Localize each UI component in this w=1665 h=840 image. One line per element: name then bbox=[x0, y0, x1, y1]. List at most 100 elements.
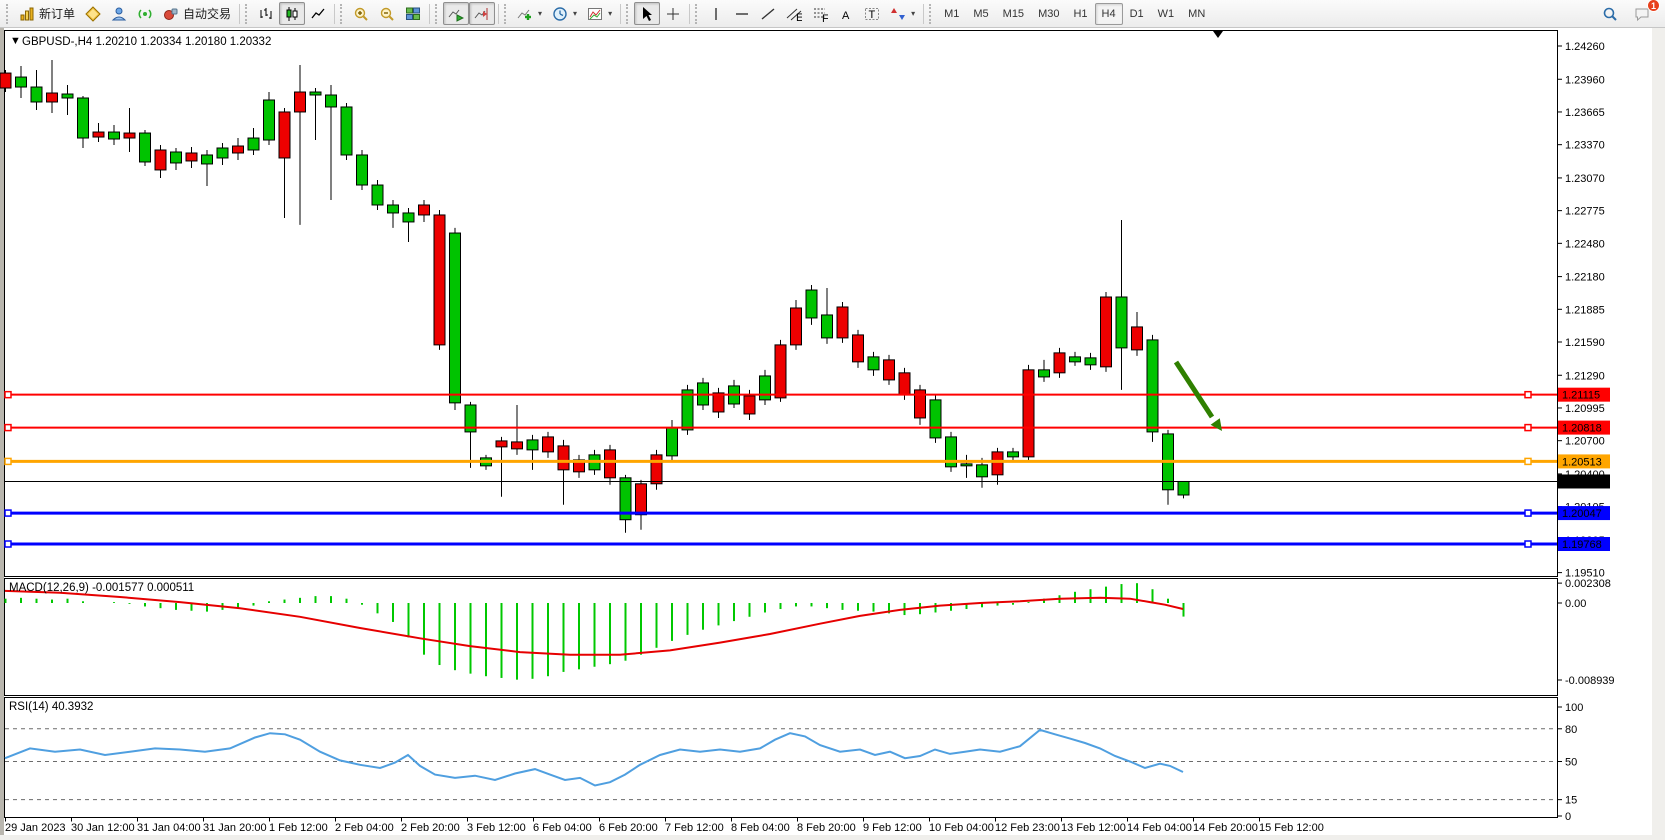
indicators-button[interactable]: ▾ bbox=[512, 2, 547, 25]
candle bbox=[202, 155, 213, 164]
candle bbox=[1054, 353, 1065, 373]
candle bbox=[31, 87, 42, 102]
price-axis-label: 1.20995 bbox=[1565, 403, 1605, 415]
vertical-line-button[interactable] bbox=[703, 2, 729, 25]
mt4-window: 新订单 自动交易 ▾ ▾ ▾ EFA T ▾ M1M5M15M30H1H4D1W1MN 1 1.2… bbox=[0, 0, 1665, 840]
line-handle[interactable] bbox=[1525, 541, 1531, 547]
cursor-button[interactable] bbox=[634, 2, 660, 25]
line-handle[interactable] bbox=[1525, 458, 1531, 464]
time-axis-label: 12 Feb 23:00 bbox=[995, 822, 1060, 834]
candle bbox=[868, 357, 879, 370]
candles-chart-button[interactable] bbox=[279, 2, 305, 25]
tile-windows-button[interactable] bbox=[400, 2, 426, 25]
channel-icon: E bbox=[786, 6, 802, 22]
timeframe-m30-button[interactable]: M30 bbox=[1031, 3, 1066, 25]
timeframe-m15-button[interactable]: M15 bbox=[996, 3, 1031, 25]
candle bbox=[667, 428, 678, 456]
candle bbox=[775, 345, 786, 398]
auto-scroll-button[interactable] bbox=[443, 2, 469, 25]
chart-canvas[interactable]: 1.242601.239601.236651.233701.230701.227… bbox=[0, 28, 1665, 840]
timeframe-h4-button[interactable]: H4 bbox=[1095, 3, 1123, 25]
line-handle[interactable] bbox=[5, 510, 11, 516]
auto-trading-button[interactable]: 自动交易 bbox=[158, 2, 236, 25]
timeframe-m1-button[interactable]: M1 bbox=[937, 3, 966, 25]
zoom-in-button[interactable] bbox=[348, 2, 374, 25]
time-axis-label: 31 Jan 04:00 bbox=[137, 822, 201, 834]
periods-button[interactable]: ▾ bbox=[547, 2, 582, 25]
chart-candles-icon bbox=[284, 6, 300, 22]
timeframe-m5-button[interactable]: M5 bbox=[966, 3, 995, 25]
equidistant-channel-button[interactable]: E bbox=[781, 2, 807, 25]
search-button[interactable] bbox=[1597, 2, 1623, 25]
line-handle[interactable] bbox=[5, 392, 11, 398]
dropdown-caret-icon[interactable]: ▾ bbox=[538, 9, 542, 18]
price-axis-label: 1.21590 bbox=[1565, 337, 1605, 349]
chart-shift-button[interactable] bbox=[469, 2, 495, 25]
price-axis-label: 1.22480 bbox=[1565, 238, 1605, 250]
timeframe-h1-button[interactable]: H1 bbox=[1066, 3, 1094, 25]
time-axis-label: 31 Jan 20:00 bbox=[203, 822, 267, 834]
zoom-out-button[interactable] bbox=[374, 2, 400, 25]
candle bbox=[961, 464, 972, 466]
candle bbox=[403, 213, 414, 222]
text-label-button[interactable]: T bbox=[859, 2, 885, 25]
candle bbox=[496, 441, 507, 447]
time-axis-label: 3 Feb 12:00 bbox=[467, 822, 526, 834]
price-axis-label: 1.23370 bbox=[1565, 140, 1605, 152]
candle bbox=[155, 150, 166, 170]
hline-icon bbox=[734, 6, 750, 22]
arrows-button[interactable]: ▾ bbox=[885, 2, 920, 25]
trend-line-button[interactable] bbox=[755, 2, 781, 25]
quotes-button[interactable] bbox=[80, 2, 106, 25]
rsi-axis-label: 80 bbox=[1565, 724, 1577, 736]
line-handle[interactable] bbox=[1525, 510, 1531, 516]
dropdown-caret-icon[interactable]: ▾ bbox=[573, 9, 577, 18]
candle bbox=[310, 92, 321, 95]
arrows-tool-icon bbox=[890, 6, 906, 22]
time-axis-label: 14 Feb 04:00 bbox=[1127, 822, 1192, 834]
line-chart-button[interactable] bbox=[305, 2, 331, 25]
candle bbox=[992, 452, 1003, 475]
text-button[interactable]: A bbox=[833, 2, 859, 25]
crosshair-button[interactable] bbox=[660, 2, 686, 25]
time-axis-label: 6 Feb 04:00 bbox=[533, 822, 592, 834]
dropdown-caret-icon[interactable]: ▾ bbox=[911, 9, 915, 18]
horizontal-line-button[interactable] bbox=[729, 2, 755, 25]
bars-chart-button[interactable] bbox=[253, 2, 279, 25]
candle bbox=[109, 132, 120, 139]
templates-button[interactable]: ▾ bbox=[582, 2, 617, 25]
timeframe-d1-button[interactable]: D1 bbox=[1123, 3, 1151, 25]
search-icon bbox=[1602, 6, 1618, 22]
line-handle[interactable] bbox=[5, 425, 11, 431]
candle bbox=[0, 73, 11, 88]
line-handle[interactable] bbox=[5, 541, 11, 547]
dropdown-caret-icon[interactable]: ▾ bbox=[608, 9, 612, 18]
candle bbox=[822, 315, 833, 338]
window-right-strip bbox=[1652, 28, 1665, 840]
time-axis-label: 30 Jan 12:00 bbox=[71, 822, 135, 834]
signal-button[interactable] bbox=[132, 2, 158, 25]
quotes-diamond-icon bbox=[85, 6, 101, 22]
notifications-button[interactable]: 1 bbox=[1629, 2, 1655, 25]
text-a-icon: A bbox=[838, 6, 854, 22]
fibonacci-button[interactable]: F bbox=[807, 2, 833, 25]
chart-line-icon bbox=[310, 6, 326, 22]
line-handle[interactable] bbox=[5, 458, 11, 464]
auto-trading-icon bbox=[163, 6, 179, 22]
new-order-button[interactable]: 新订单 bbox=[14, 2, 80, 25]
candle bbox=[605, 450, 616, 478]
timeframe-w1-button[interactable]: W1 bbox=[1151, 3, 1182, 25]
price-axis-label: 1.21885 bbox=[1565, 304, 1605, 316]
candle bbox=[357, 155, 368, 185]
profile-button[interactable] bbox=[106, 2, 132, 25]
line-handle[interactable] bbox=[1525, 425, 1531, 431]
time-axis-label: 29 Jan 2023 bbox=[5, 822, 66, 834]
main-panel bbox=[5, 31, 1558, 577]
svg-text:T: T bbox=[869, 9, 876, 21]
auto-scroll-icon bbox=[448, 6, 464, 22]
line-handle[interactable] bbox=[1525, 392, 1531, 398]
level-price-label: 1.20818 bbox=[1562, 423, 1602, 435]
chart-bars-icon bbox=[258, 6, 274, 22]
level-price-label: 1.21115 bbox=[1562, 390, 1600, 402]
timeframe-mn-button[interactable]: MN bbox=[1181, 3, 1212, 25]
